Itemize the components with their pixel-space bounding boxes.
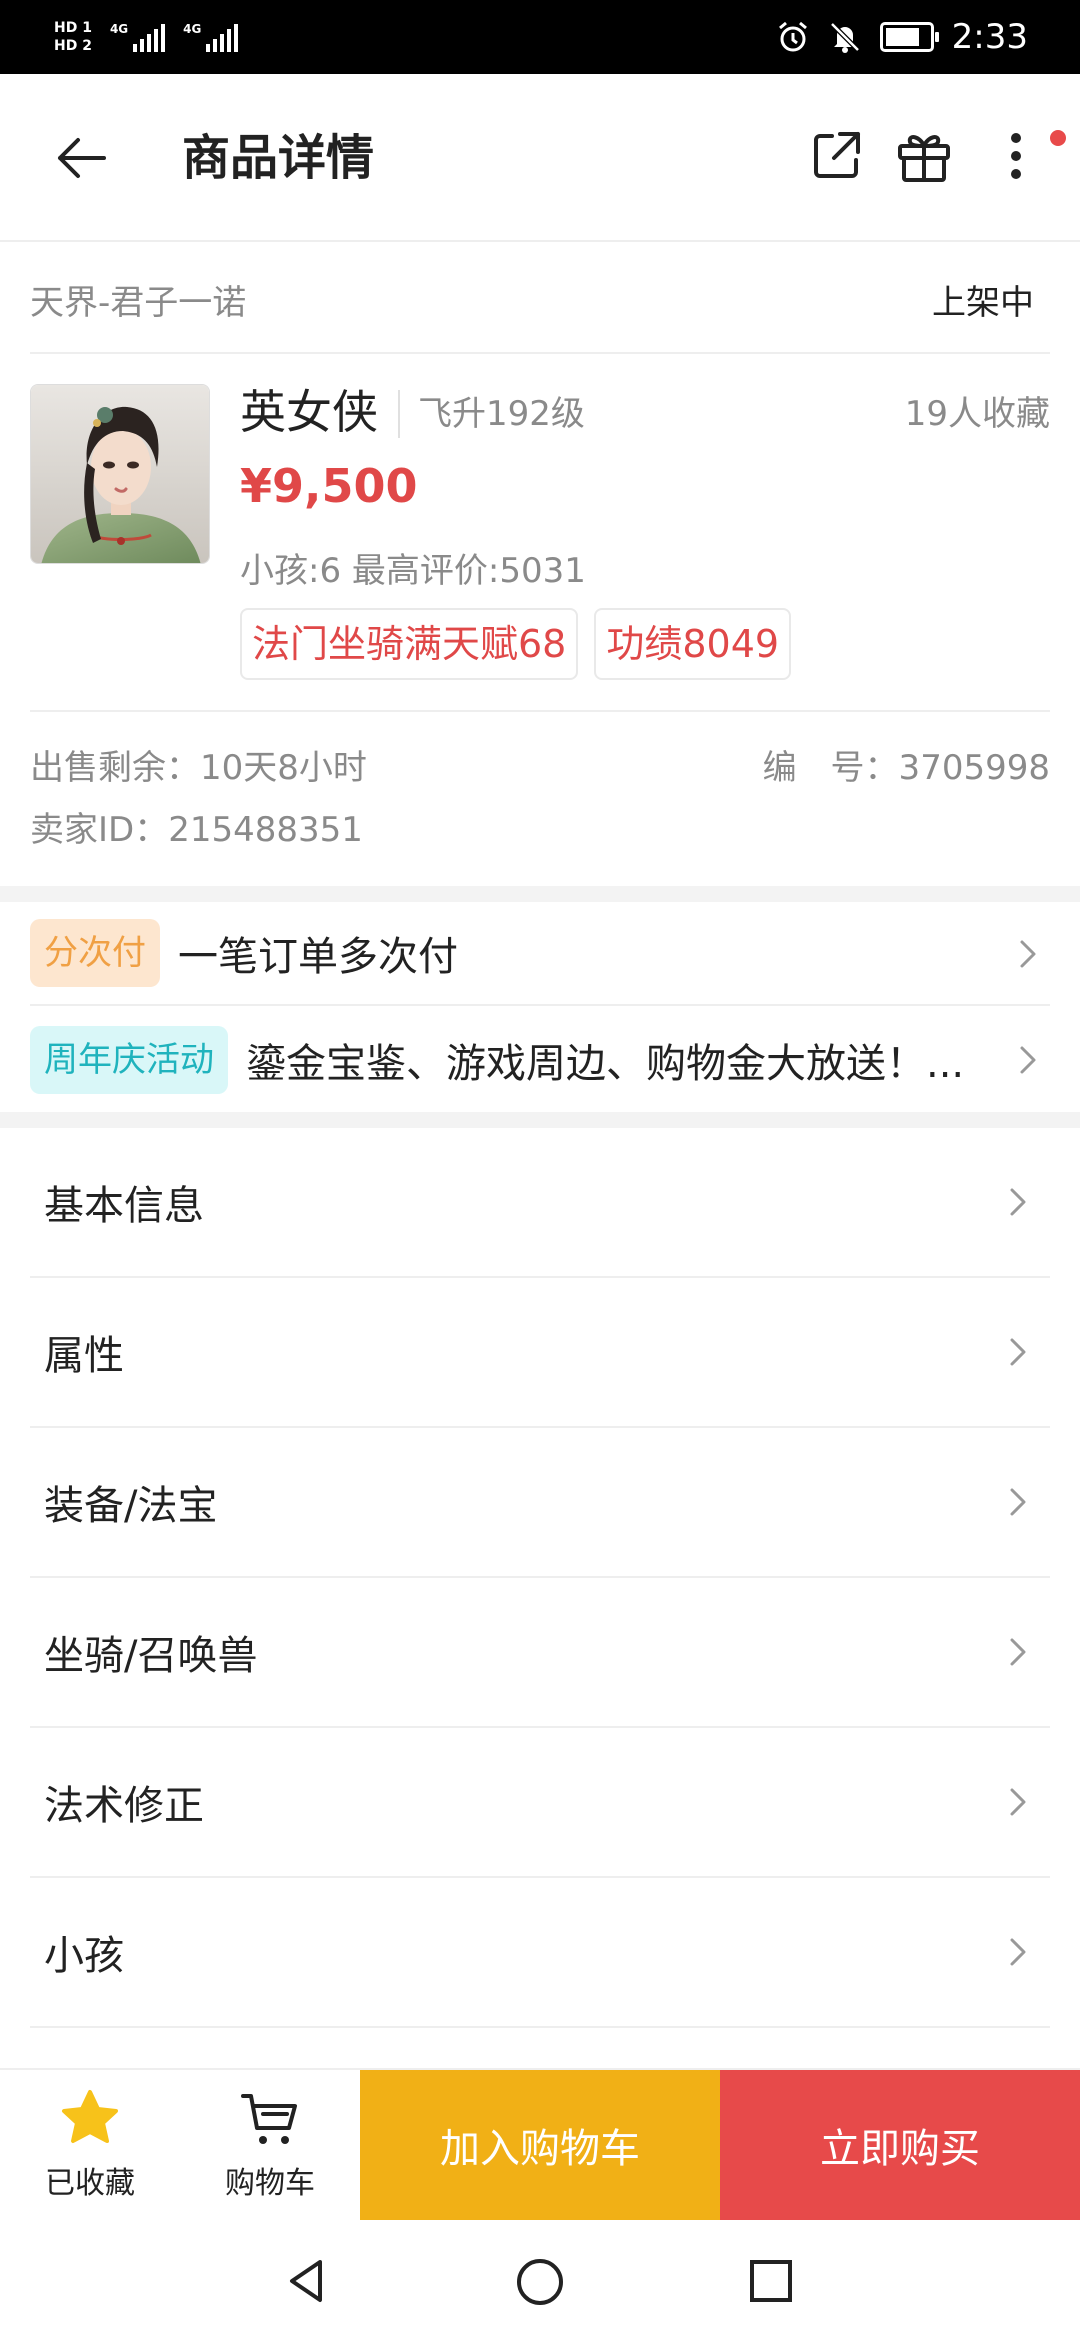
sim2-label: HD 2 [54,38,92,54]
share-icon[interactable] [806,126,866,186]
nav-back-icon[interactable] [282,2256,332,2306]
sim-labels: HD 1 HD 2 [54,20,92,54]
section-label: 属性 [44,1333,124,1379]
tag-merit: 功绩8049 [594,608,792,680]
character-stats: 小孩:6 最高评价:5031 [240,551,586,591]
character-level: 飞升192级 [398,390,585,438]
tag-mount-talent: 法门坐骑满天赋68 [240,608,579,680]
back-arrow-icon[interactable] [52,128,112,188]
promo-installment[interactable]: 分次付 一笔订单多次付 [30,902,1050,1006]
chevron-right-icon [1010,1488,1026,1516]
status-right: 2:33 [776,17,1028,57]
character-name: 英女侠 [240,385,378,439]
page-title: 商品详情 [182,130,375,186]
cart-label: 购物车 [225,2166,315,2201]
listing-meta: 出售剩余：10天8小时 编 号：3705998 卖家ID：215488351 [30,716,1050,886]
section-label: 基本信息 [44,1183,204,1229]
more-vertical-icon[interactable] [990,126,1050,186]
net1-label: 4G [109,22,129,36]
add-to-cart-button[interactable]: 加入购物车 [360,2070,720,2220]
server-row: 天界-君子一诺 上架中 [30,246,1050,354]
tag-list: 法门坐骑满天赋68 功绩8049 [240,608,792,680]
section-label: 小孩 [44,1933,124,1979]
favorite-count: 19人收藏 [904,394,1050,434]
section-children[interactable]: 小孩 [30,1878,1050,2028]
section-label: 法术修正 [44,1783,204,1829]
section-divider [0,1112,1080,1128]
character-avatar[interactable] [30,384,210,564]
status-left: HD 1 HD 2 4G 4G [54,20,239,54]
sim1-label: HD 1 [54,20,92,36]
app-header: 商品详情 [0,74,1080,242]
anniversary-badge: 周年庆活动 [30,1026,228,1094]
bottom-action-bar: 已收藏 购物车 加入购物车 立即购买 [0,2068,1080,2220]
mute-icon [828,20,862,54]
sale-status: 上架中 [932,282,1034,323]
signal-1-icon: 4G [109,22,166,52]
section-spell-correction[interactable]: 法术修正 [30,1728,1050,1878]
seller-id: 卖家ID：215488351 [30,810,363,850]
promo-anniversary[interactable]: 周年庆活动 鎏金宝鉴、游戏周边、购物金大放送！... [30,1008,1050,1112]
serial-number: 编 号：3705998 [762,748,1050,788]
section-label: 装备/法宝 [44,1483,218,1529]
net2-label: 4G [183,22,202,36]
anniversary-text: 鎏金宝鉴、游戏周边、购物金大放送！... [246,1041,965,1087]
gift-icon[interactable] [894,126,954,186]
nav-home-icon[interactable] [514,2256,566,2308]
chevron-right-icon [1020,940,1036,968]
price: ¥9,500 [240,459,418,513]
alarm-icon [776,20,810,54]
installment-text: 一笔订单多次付 [178,934,458,980]
section-label: 坐骑/召唤兽 [44,1633,258,1679]
star-icon [62,2090,118,2143]
section-mounts-pets[interactable]: 坐骑/召唤兽 [30,1578,1050,1728]
clock: 2:33 [951,17,1028,57]
favorite-label: 已收藏 [45,2166,135,2201]
chevron-right-icon [1010,1938,1026,1966]
cart-icon [241,2094,297,2144]
chevron-right-icon [1010,1338,1026,1366]
time-remaining: 出售剩余：10天8小时 [30,748,367,788]
chevron-right-icon [1010,1638,1026,1666]
battery-charging-icon [879,22,939,52]
chevron-right-icon [1010,1788,1026,1816]
notification-dot [1050,130,1066,146]
system-navigation-bar [0,2220,1080,2340]
section-equipment[interactable]: 装备/法宝 [30,1428,1050,1578]
nav-recents-icon[interactable] [746,2256,796,2306]
section-basic-info[interactable]: 基本信息 [30,1128,1050,1278]
status-bar: HD 1 HD 2 4G 4G 2:33 [0,0,1080,74]
chevron-right-icon [1020,1046,1036,1074]
installment-badge: 分次付 [30,919,160,987]
section-attributes[interactable]: 属性 [30,1278,1050,1428]
product-card: 英女侠 飞升192级 19人收藏 ¥9,500 小孩:6 最高评价:5031 法… [30,356,1050,712]
section-divider [0,886,1080,902]
server-name: 天界-君子一诺 [30,282,247,323]
cart-tab-button[interactable]: 购物车 [180,2070,360,2220]
buy-now-button[interactable]: 立即购买 [720,2070,1080,2220]
favorite-button[interactable]: 已收藏 [0,2070,180,2220]
signal-2-icon: 4G [183,22,239,52]
detail-section-list: 基本信息 属性 装备/法宝 坐骑/召唤兽 法术修正 小孩 [30,1128,1050,2028]
chevron-right-icon [1010,1188,1026,1216]
